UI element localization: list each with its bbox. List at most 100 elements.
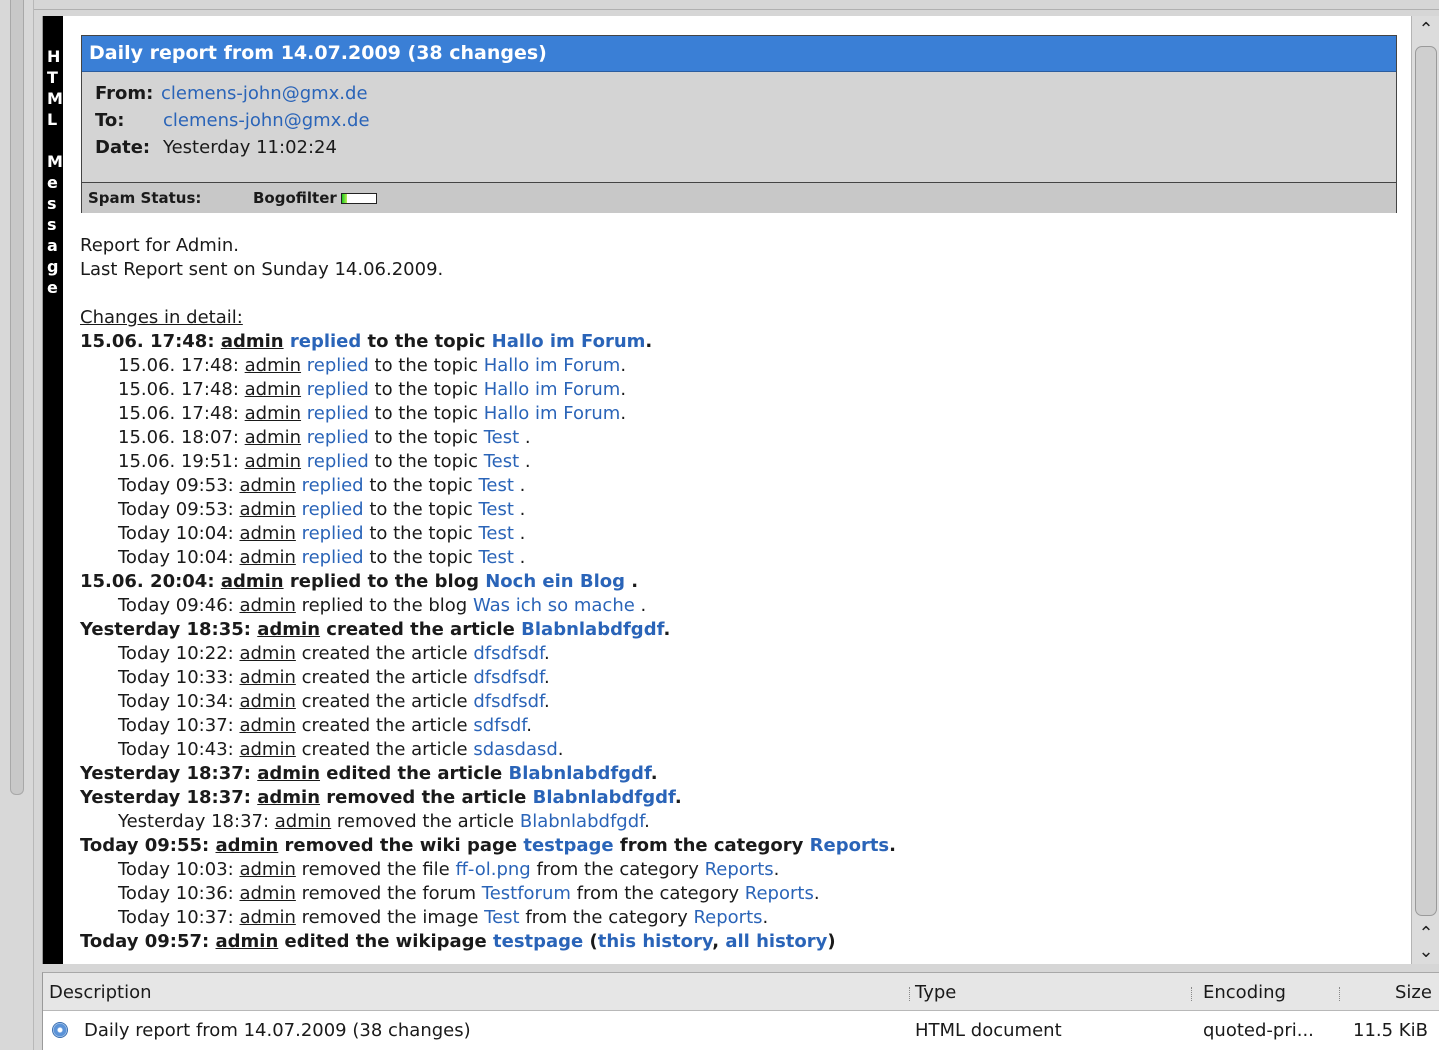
entry-link[interactable]: Test	[479, 499, 514, 520]
entry-user-link[interactable]: admin	[239, 667, 295, 688]
entry-user-link[interactable]: admin	[221, 571, 284, 592]
entry-link[interactable]: Blabnlabdfgdf	[520, 811, 644, 832]
entry-user-link[interactable]: admin	[245, 355, 301, 376]
entry-text: Yesterday 18:37:	[80, 763, 258, 784]
entry-link[interactable]: dfsdfsdf	[473, 667, 544, 688]
entry-text: Today 09:57:	[80, 931, 216, 952]
report-for-line: Report for Admin.	[80, 235, 239, 256]
entry-link[interactable]: Blabnlabdfgdf	[509, 763, 651, 784]
entry-link[interactable]: Hallo im Forum	[492, 331, 646, 352]
change-entry-sub: Today 10:22: admin created the article d…	[80, 642, 1400, 666]
entry-link[interactable]: Reports	[745, 883, 814, 904]
entry-link[interactable]: all history	[725, 931, 827, 952]
change-entry-sub: 15.06. 18:07: admin replied to the topic…	[80, 426, 1400, 450]
entry-link[interactable]: replied	[307, 451, 369, 472]
entry-link[interactable]: replied	[307, 427, 369, 448]
entry-link[interactable]: Hallo im Forum	[484, 403, 621, 424]
entry-text: .	[813, 883, 820, 904]
entry-user-link[interactable]: admin	[216, 931, 279, 952]
entry-user-link[interactable]: admin	[239, 691, 295, 712]
entry-link[interactable]: replied	[290, 331, 361, 352]
entry-link[interactable]: testpage	[523, 835, 613, 856]
entry-user-link[interactable]: admin	[245, 427, 301, 448]
entry-user-link[interactable]: admin	[239, 739, 295, 760]
entry-text: Today 10:36:	[118, 883, 240, 904]
entry-user-link[interactable]: admin	[239, 523, 295, 544]
message-viewer[interactable]: H T M L M e s s a g e Daily report from …	[42, 16, 1411, 964]
scroll-up-icon[interactable]: ⌃	[1412, 18, 1439, 42]
folder-pane-scrollbar[interactable]	[10, 0, 24, 795]
entry-link[interactable]: replied	[302, 499, 364, 520]
entry-link[interactable]: Reports	[693, 907, 762, 928]
entry-link[interactable]: Test	[479, 523, 514, 544]
scrollbar-thumb[interactable]	[1415, 46, 1437, 916]
entry-user-link[interactable]: admin	[239, 715, 295, 736]
entry-user-link[interactable]: admin	[239, 475, 295, 496]
entry-link[interactable]: Blabnlabdfgdf	[521, 619, 663, 640]
entry-link[interactable]: Was ich so mache	[473, 595, 635, 616]
entry-text: .	[625, 571, 639, 592]
column-description[interactable]: Description	[49, 982, 152, 1003]
entry-link[interactable]: ff-ol.png	[455, 859, 530, 880]
entry-user-link[interactable]: admin	[257, 763, 320, 784]
entry-link[interactable]: Testforum	[482, 883, 571, 904]
entry-link[interactable]: dfsdfsdf	[473, 691, 544, 712]
change-entry-sub: 15.06. 17:48: admin replied to the topic…	[80, 378, 1400, 402]
entry-link[interactable]: Noch ein Blog	[485, 571, 625, 592]
entry-link[interactable]: Test	[484, 427, 519, 448]
scroll-down-icon[interactable]: ⌄	[1412, 940, 1439, 964]
entry-link[interactable]: Test	[479, 475, 514, 496]
entry-user-link[interactable]: admin	[245, 403, 301, 424]
entry-link[interactable]: Blabnlabdfgdf	[533, 787, 675, 808]
column-size[interactable]: Size	[1395, 982, 1432, 1003]
entry-text: .	[620, 355, 627, 376]
entry-link[interactable]: sdasdasd	[473, 739, 557, 760]
message-scrollbar[interactable]: ⌃ ⌃ ⌄	[1411, 16, 1439, 964]
entry-user-link[interactable]: admin	[239, 499, 295, 520]
html-message-banner: H T M L M e s s a g e	[43, 16, 63, 964]
column-type[interactable]: Type	[915, 982, 956, 1003]
entry-user-link[interactable]: admin	[239, 595, 295, 616]
change-entry-sub: 15.06. 17:48: admin replied to the topic…	[80, 402, 1400, 426]
attachment-row[interactable]: Daily report from 14.07.2009 (38 changes…	[43, 1011, 1439, 1049]
entry-link[interactable]: Hallo im Forum	[484, 355, 621, 376]
splitter-handle[interactable]	[34, 0, 1439, 10]
entry-user-link[interactable]: admin	[257, 787, 320, 808]
entry-link[interactable]: replied	[302, 523, 364, 544]
entry-user-link[interactable]: admin	[245, 451, 301, 472]
entry-link[interactable]: dfsdfsdf	[473, 643, 544, 664]
entry-text: removed the image	[295, 907, 485, 928]
column-encoding[interactable]: Encoding	[1203, 982, 1286, 1003]
entry-link[interactable]: replied	[307, 403, 369, 424]
entry-user-link[interactable]: admin	[239, 547, 295, 568]
html-message-label: H T M L M e s s a g e	[47, 47, 63, 297]
entry-user-link[interactable]: admin	[216, 835, 279, 856]
entry-user-link[interactable]: admin	[257, 619, 320, 640]
entry-text: .	[889, 835, 896, 856]
entry-user-link[interactable]: admin	[275, 811, 331, 832]
to-address-link[interactable]: clemens-john@gmx.de	[163, 107, 370, 134]
attachment-table-header: Description Type Encoding Size	[43, 973, 1439, 1011]
entry-link[interactable]: sdfsdf	[473, 715, 526, 736]
entry-user-link[interactable]: admin	[221, 331, 284, 352]
entry-link[interactable]: this history	[598, 931, 712, 952]
entry-link[interactable]: Test	[484, 907, 519, 928]
entry-user-link[interactable]: admin	[239, 643, 295, 664]
entry-link[interactable]: testpage	[493, 931, 583, 952]
entry-user-link[interactable]: admin	[245, 379, 301, 400]
entry-link[interactable]: replied	[307, 379, 369, 400]
entry-text: 15.06. 17:48:	[118, 379, 245, 400]
entry-link[interactable]: replied	[307, 355, 369, 376]
entry-link[interactable]: Test	[479, 547, 514, 568]
entry-link[interactable]: Hallo im Forum	[484, 379, 621, 400]
entry-user-link[interactable]: admin	[239, 859, 295, 880]
entry-text: edited the wikipage	[278, 931, 493, 952]
entry-link[interactable]: Reports	[705, 859, 774, 880]
entry-user-link[interactable]: admin	[239, 883, 295, 904]
entry-user-link[interactable]: admin	[239, 907, 295, 928]
entry-link[interactable]: Reports	[810, 835, 890, 856]
entry-link[interactable]: replied	[302, 475, 364, 496]
entry-link[interactable]: replied	[302, 547, 364, 568]
entry-link[interactable]: Test	[484, 451, 519, 472]
from-address-link[interactable]: clemens-john@gmx.de	[161, 80, 368, 107]
